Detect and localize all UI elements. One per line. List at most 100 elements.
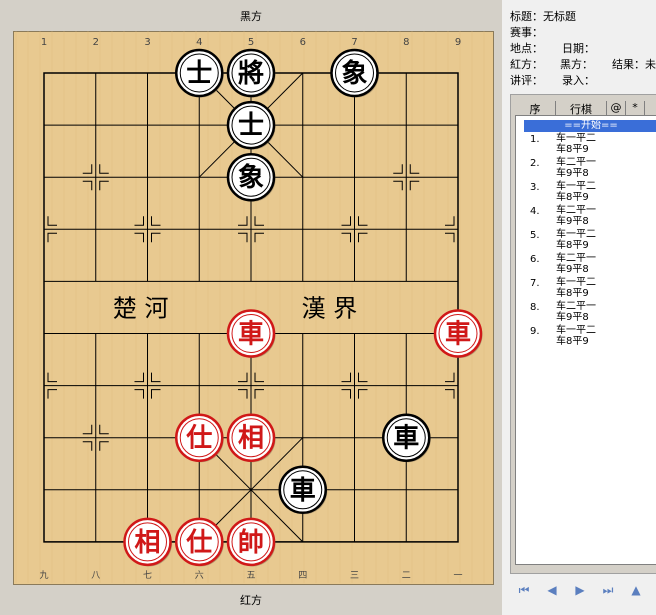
move-black[interactable]: 车9平8 — [556, 264, 589, 275]
move-number: 5. — [530, 230, 540, 241]
red-player-field: 紅方： — [510, 58, 543, 71]
move-red[interactable]: 车一平二 — [556, 133, 596, 144]
red-piece[interactable]: 車 — [226, 309, 276, 359]
river-right-label: 漢 界 — [302, 294, 358, 322]
position-marker — [238, 216, 248, 226]
black-piece[interactable]: 象 — [226, 152, 276, 202]
red-piece[interactable]: 仕 — [175, 517, 224, 567]
piece-label: 將 — [238, 59, 264, 89]
move-red[interactable]: 车二平一 — [556, 253, 596, 264]
move-black[interactable]: 车8平9 — [556, 336, 589, 347]
prev-move-icon[interactable]: ◀ — [544, 582, 560, 598]
piece-label: 車 — [445, 320, 471, 350]
move-number: 7. — [530, 278, 540, 289]
bottom-side-label: 红方 — [240, 594, 262, 607]
move-number: 6. — [530, 254, 540, 265]
position-marker — [82, 424, 93, 435]
river-left-label: 楚 河 — [113, 294, 169, 322]
bottom-file-label: 三 — [350, 571, 359, 581]
top-side-label: 黑方 — [240, 10, 262, 23]
move-list[interactable]: ==开始== 1. 车一平二 车8平9 2. 车二平一 车9平8 3. 车一平二 车8平9 4. 车… — [515, 115, 656, 565]
top-file-label: 7 — [351, 37, 357, 48]
move-red[interactable]: 车二平一 — [556, 205, 596, 216]
piece-label: 士 — [186, 59, 212, 89]
red-piece[interactable]: 相 — [226, 413, 276, 463]
move-black[interactable]: 车9平8 — [556, 312, 589, 323]
position-marker — [151, 216, 161, 226]
move-red[interactable]: 车一平二 — [556, 229, 596, 240]
bottom-file-label: 二 — [402, 571, 411, 581]
move-number: 9. — [530, 326, 540, 337]
position-marker — [99, 441, 109, 451]
position-marker — [358, 372, 368, 383]
up-icon[interactable]: ▲ — [628, 582, 644, 598]
position-marker — [393, 180, 403, 191]
black-piece[interactable]: 士 — [226, 100, 276, 150]
black-piece[interactable]: 象 — [330, 48, 380, 98]
top-file-label: 2 — [93, 37, 99, 48]
piece-label: 仕 — [185, 528, 212, 558]
move-number: 2. — [530, 158, 540, 169]
start-row[interactable]: ==开始== — [524, 120, 656, 132]
piece-label: 象 — [238, 162, 264, 193]
black-piece[interactable]: 將 — [226, 48, 276, 98]
position-marker — [445, 216, 455, 226]
move-black[interactable]: 车9平8 — [556, 168, 589, 179]
move-red[interactable]: 车一平二 — [556, 181, 596, 192]
bottom-file-label: 七 — [143, 570, 152, 581]
red-piece[interactable]: 仕 — [175, 413, 224, 463]
piece-label: 車 — [238, 320, 264, 350]
red-piece[interactable]: 車 — [433, 309, 483, 359]
position-marker — [82, 441, 93, 451]
move-red[interactable]: 车二平一 — [556, 157, 596, 168]
move-list-panel: 序 行棋 @ * ==开始== 1. 车一平二 车8平9 2. 车二平一 车9平8 3. 车一… — [510, 94, 656, 574]
position-marker — [99, 180, 109, 191]
position-marker — [358, 232, 368, 243]
move-red[interactable]: 车一平二 — [556, 277, 596, 288]
board-pane: 黑方 楚 河漢 界123456789九八七六五四三二一士將象士象車車仕相車車相仕… — [0, 0, 502, 615]
header-at[interactable]: @ — [607, 101, 626, 115]
red-piece[interactable]: 帥 — [226, 517, 276, 567]
move-list-header: 序 行棋 @ * — [515, 101, 656, 116]
position-marker — [151, 389, 161, 399]
position-marker — [82, 180, 93, 191]
move-black[interactable]: 车8平9 — [556, 288, 589, 299]
top-file-label: 1 — [41, 37, 47, 48]
black-piece[interactable]: 車 — [278, 465, 328, 515]
header-star[interactable]: * — [626, 101, 645, 115]
first-move-icon[interactable]: ⏮ — [516, 582, 532, 598]
position-marker — [238, 232, 248, 243]
xiangqi-board[interactable]: 楚 河漢 界1 2 3 4 5 6 7 8 9九八七六五四三二一士將象士象車 車仕相車車相仕帥 — [13, 31, 492, 583]
black-piece[interactable]: 車 — [382, 413, 431, 463]
last-move-icon[interactable]: ⏭ — [600, 582, 616, 598]
piece-label: 車 — [290, 476, 316, 506]
next-move-icon[interactable]: ▶ — [572, 582, 588, 598]
header-move[interactable]: 行棋 — [556, 101, 607, 116]
header-index[interactable]: 序 — [515, 101, 556, 116]
bottom-file-label: 六 — [195, 569, 204, 581]
bottom-file-label: 九 — [39, 570, 48, 581]
move-black[interactable]: 车8平9 — [556, 144, 589, 155]
position-marker — [445, 389, 455, 399]
black-piece[interactable]: 士 — [175, 48, 224, 98]
position-marker — [238, 389, 248, 399]
move-black[interactable]: 车8平9 — [556, 240, 589, 251]
position-marker — [445, 372, 455, 383]
piece-label: 相 — [134, 528, 160, 558]
position-marker — [341, 389, 351, 399]
position-marker — [445, 232, 455, 243]
position-marker — [358, 389, 368, 399]
move-black[interactable]: 车9平8 — [556, 216, 589, 227]
top-file-label: 5 — [248, 37, 254, 48]
move-black[interactable]: 车8平9 — [556, 192, 589, 203]
piece-label: 士 — [238, 111, 264, 141]
move-number: 4. — [530, 206, 540, 217]
piece-label: 相 — [238, 424, 264, 454]
position-marker — [151, 372, 161, 383]
black-player-field: 黑方： — [560, 58, 593, 71]
red-piece[interactable]: 相 — [123, 517, 173, 567]
move-red[interactable]: 车一平二 — [556, 325, 596, 336]
place-field: 地点： — [510, 42, 543, 55]
title-field: 标题：无标题 — [510, 10, 576, 23]
move-red[interactable]: 车二平一 — [556, 301, 596, 312]
